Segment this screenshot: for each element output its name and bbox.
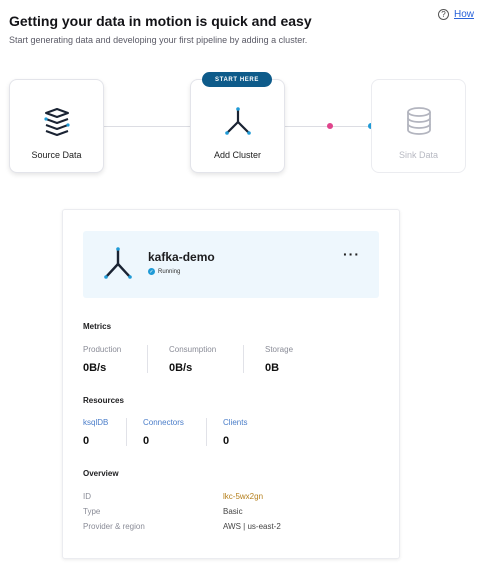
metric-value: 0B/s bbox=[83, 362, 107, 374]
resource-value: 0 bbox=[143, 435, 150, 447]
cluster-header[interactable]: kafka-demo ✓ Running ··· bbox=[83, 231, 379, 298]
resource-link-connectors[interactable]: Connectors bbox=[143, 418, 184, 427]
step-label: Sink Data bbox=[398, 150, 439, 160]
step-label: Source Data bbox=[31, 150, 82, 160]
resource-link-clients[interactable]: Clients bbox=[223, 418, 247, 427]
overview-title: Overview bbox=[83, 469, 119, 478]
divider bbox=[206, 418, 207, 446]
metric-label: Consumption bbox=[169, 345, 217, 354]
connector-dot-pink bbox=[327, 123, 333, 129]
overview-key: Type bbox=[83, 507, 101, 516]
step-sink-data[interactable]: Sink Data bbox=[371, 79, 466, 173]
cluster-status-label: Running bbox=[158, 268, 181, 275]
resource-value: 0 bbox=[83, 435, 90, 447]
step-source-data[interactable]: Source Data bbox=[9, 79, 104, 173]
start-here-badge: START HERE bbox=[202, 72, 272, 87]
divider bbox=[126, 418, 127, 446]
help-link-label: How bbox=[454, 9, 475, 20]
step-add-cluster[interactable]: Add Cluster bbox=[190, 79, 285, 173]
step-label: Add Cluster bbox=[213, 150, 262, 160]
metrics-title: Metrics bbox=[83, 322, 112, 331]
cluster-icon bbox=[103, 246, 133, 285]
database-icon bbox=[402, 104, 436, 138]
overview-value-type: Basic bbox=[223, 507, 243, 516]
page-subtitle: Start generating data and developing you… bbox=[9, 35, 308, 45]
overview-value-region: AWS | us-east-2 bbox=[223, 522, 281, 531]
cluster-panel: kafka-demo ✓ Running ··· Metrics Product… bbox=[62, 209, 400, 559]
help-icon: ? bbox=[438, 9, 449, 20]
metric-value: 0B bbox=[265, 362, 280, 374]
help-link[interactable]: ? How bbox=[438, 9, 474, 20]
cluster-icon bbox=[221, 104, 255, 138]
connector-line-left bbox=[104, 126, 190, 127]
metric-label: Storage bbox=[265, 345, 294, 354]
divider bbox=[243, 345, 244, 373]
cluster-name: kafka-demo bbox=[148, 250, 215, 264]
overview-key: Provider & region bbox=[83, 522, 145, 531]
check-circle-icon: ✓ bbox=[148, 268, 155, 275]
overview-key: ID bbox=[83, 492, 91, 501]
cluster-status: ✓ Running bbox=[148, 268, 180, 275]
overview-value-id: lkc-5wx2gn bbox=[223, 492, 264, 501]
page-title: Getting your data in motion is quick and… bbox=[9, 13, 312, 29]
metric-label: Production bbox=[83, 345, 122, 354]
resource-link-ksqldb[interactable]: ksqlDB bbox=[83, 418, 108, 427]
more-options-button[interactable]: ··· bbox=[343, 246, 360, 262]
divider bbox=[147, 345, 148, 373]
layers-icon bbox=[40, 104, 74, 138]
resource-value: 0 bbox=[223, 435, 230, 447]
resources-title: Resources bbox=[83, 396, 124, 405]
metric-value: 0B/s bbox=[169, 362, 193, 374]
